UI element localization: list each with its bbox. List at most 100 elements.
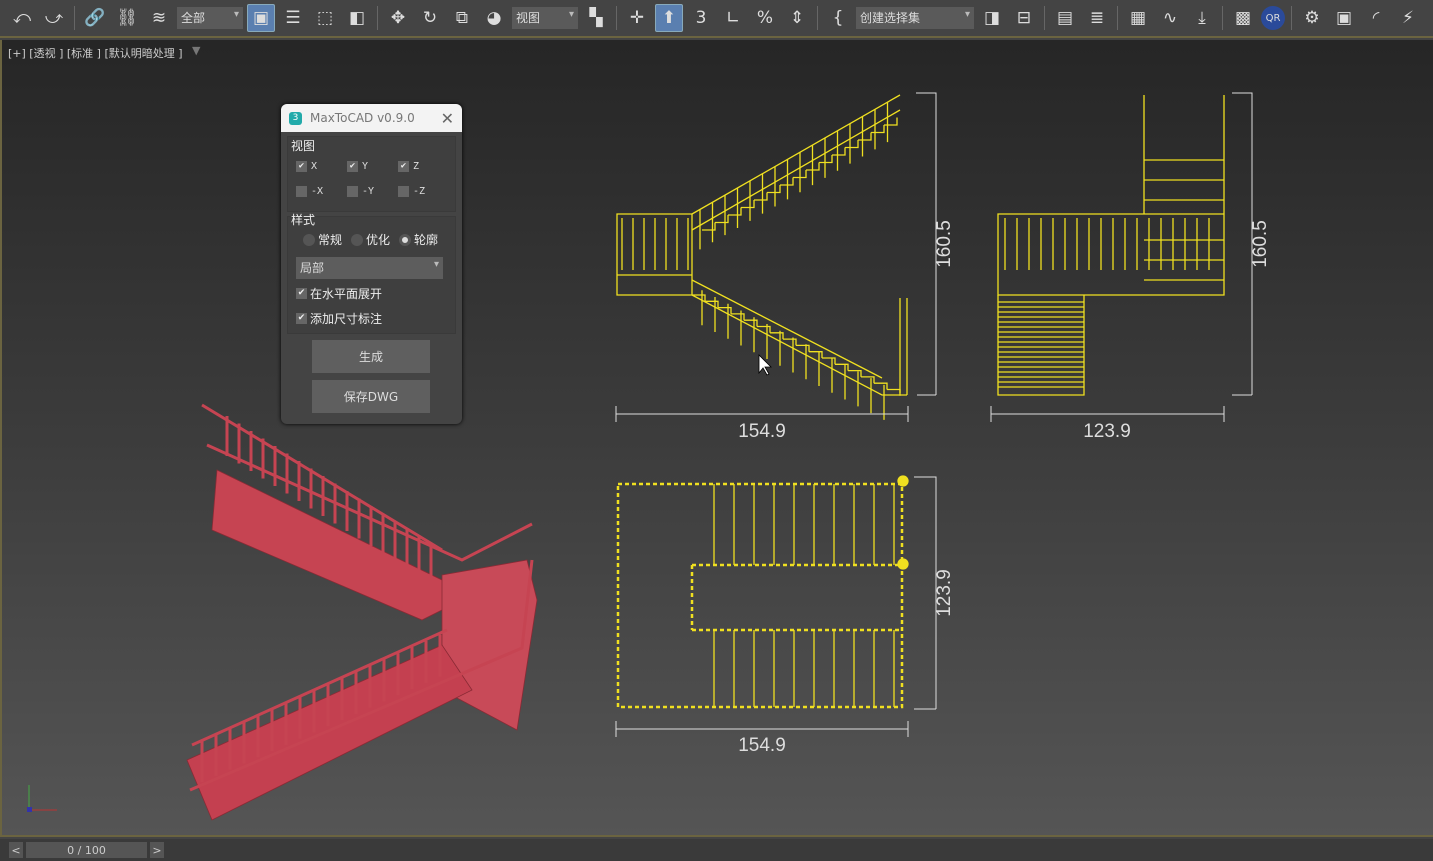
link-icon[interactable]: 🔗 — [81, 4, 109, 32]
view-checkbox-neg-z[interactable]: -Z — [398, 186, 425, 197]
side-lower-steps — [998, 301, 1084, 388]
checkbox-icon — [398, 186, 409, 197]
expand-horizontal-checkbox[interactable]: ✔ 在水平面展开 — [296, 285, 382, 302]
view-label: -X — [311, 186, 324, 197]
side-upper-treads — [1144, 239, 1224, 281]
add-dimensions-checkbox[interactable]: ✔ 添加尺寸标注 — [296, 310, 382, 327]
next-frame-button[interactable]: > — [150, 842, 164, 858]
scene-canvas: 154.9 160.5 123.9 160.5 154.9 123.9 — [27, 92, 1271, 821]
checkbox-icon: ✔ — [296, 313, 307, 324]
view-checkbox-z[interactable]: ✔ Z — [398, 161, 419, 172]
layers-icon[interactable]: ≣ — [1083, 4, 1111, 32]
toolbar-separator — [74, 6, 75, 30]
rect-selection-icon[interactable]: ⬚ — [311, 4, 339, 32]
radio-icon — [399, 233, 411, 246]
checkbox-icon: ✔ — [347, 161, 358, 172]
checkbox-icon: ✔ — [296, 288, 307, 299]
checkbox-icon — [296, 186, 307, 197]
toolbar-separator — [616, 6, 617, 30]
main-toolbar: ⤺⤻🔗⛓≋全部▣☰⬚◧✥↻⧉◕视图▚✛⬆3∟%⇕{创建选择集◨⊟▤≣▦∿⤓▩QR… — [0, 0, 1433, 38]
style-radio-1[interactable]: 优化 — [351, 231, 390, 248]
style-radio-2[interactable]: 轮廓 — [399, 231, 438, 248]
checkbox-icon: ✔ — [398, 161, 409, 172]
mirror-icon[interactable]: ◨ — [978, 4, 1006, 32]
red-staircase-model[interactable] — [186, 403, 538, 821]
pivot-icon[interactable]: ▚ — [582, 4, 610, 32]
style-label: 常规 — [318, 233, 343, 247]
dialog-titlebar[interactable]: 3 MaxToCAD v0.9.0 ✕ — [281, 104, 462, 132]
reference-coord-dropdown[interactable]: 视图 — [512, 7, 578, 29]
dimension-lines — [615, 92, 1253, 737]
top-outline — [616, 482, 904, 709]
view-label: Z — [413, 161, 420, 172]
checkbox-icon: ✔ — [296, 161, 307, 172]
toolbar-separator — [377, 6, 378, 30]
keyboard-shortcut-icon[interactable]: ⬆ — [655, 4, 683, 32]
snap-3d-icon[interactable]: 3 — [687, 4, 715, 32]
render-setup-icon[interactable]: ⚙ — [1298, 4, 1326, 32]
toolbar-separator — [1222, 6, 1223, 30]
view-label: Y — [362, 161, 369, 172]
percent-snap-icon[interactable]: % — [751, 4, 779, 32]
upper-flight[interactable] — [211, 469, 463, 621]
select-by-name-icon[interactable]: ☰ — [279, 4, 307, 32]
spinner-snap-icon[interactable]: ⇕ — [783, 4, 811, 32]
schematic-icon[interactable]: ▦ — [1124, 4, 1152, 32]
front-lower-balusters — [701, 290, 885, 420]
style-radio-0[interactable]: 常规 — [303, 231, 342, 248]
app-logo-icon: 3 — [289, 111, 302, 125]
angle-snap-icon[interactable]: ∟ — [719, 4, 747, 32]
front-newel — [899, 298, 908, 395]
view-checkbox-x[interactable]: ✔ X — [296, 161, 317, 172]
top-height-dim: 123.9 — [934, 569, 955, 617]
cad-drawings — [616, 94, 1225, 709]
undo-icon[interactable]: ⤺ — [8, 4, 36, 32]
rendered-frame-icon[interactable]: ▣ — [1330, 4, 1358, 32]
radio-icon — [303, 233, 315, 246]
axis-gizmo — [27, 785, 57, 812]
select-object-icon[interactable]: ▣ — [247, 4, 275, 32]
redo-icon[interactable]: ⤻ — [40, 4, 68, 32]
dope-sheet-icon[interactable]: ⤓ — [1188, 4, 1216, 32]
expand-horizontal-label: 在水平面展开 — [310, 287, 383, 301]
bind-spacewarp-icon[interactable]: ≋ — [145, 4, 173, 32]
named-selection-dropdown[interactable]: 创建选择集 — [856, 7, 974, 29]
grip-point[interactable] — [897, 558, 909, 570]
scale-icon[interactable]: ⧉ — [448, 4, 476, 32]
move-icon[interactable]: ✥ — [384, 4, 412, 32]
window-crossing-icon[interactable]: ◧ — [343, 4, 371, 32]
view-label: X — [311, 161, 318, 172]
time-slider-handle[interactable]: 0 / 100 — [26, 842, 147, 858]
render-icon[interactable]: ◜ — [1362, 4, 1390, 32]
render-production-icon[interactable]: ⚡ — [1394, 4, 1422, 32]
prev-frame-button[interactable]: < — [9, 842, 23, 858]
grip-point[interactable] — [897, 475, 909, 487]
toolbar-separator — [1117, 6, 1118, 30]
qr-icon[interactable]: QR — [1261, 6, 1285, 30]
side-width-dim: 123.9 — [1083, 421, 1131, 442]
save-dwg-button[interactable]: 保存DWG — [312, 380, 430, 413]
layer-explorer-icon[interactable]: ▤ — [1051, 4, 1079, 32]
rotate-icon[interactable]: ↻ — [416, 4, 444, 32]
side-lower-flight — [997, 295, 1085, 396]
view-checkbox-neg-y[interactable]: -Y — [347, 186, 374, 197]
selection-filter-dropdown[interactable]: 全部 — [177, 7, 243, 29]
perspective-viewport[interactable]: [+] [透视 ] [标准 ] [默认明暗处理 ] ▼ 154.9 160.5 … — [0, 40, 1433, 837]
align-icon[interactable]: ⊟ — [1010, 4, 1038, 32]
curve-editor-icon[interactable]: ∿ — [1156, 4, 1184, 32]
placement-icon[interactable]: ◕ — [480, 4, 508, 32]
view-checkbox-neg-x[interactable]: -X — [296, 186, 323, 197]
dialog-title: MaxToCAD v0.9.0 — [310, 111, 415, 125]
unlink-icon[interactable]: ⛓ — [113, 4, 141, 32]
view-label: -Z — [413, 186, 426, 197]
close-icon[interactable]: ✕ — [441, 109, 454, 128]
edit-named-sel-icon[interactable]: { — [824, 4, 852, 32]
scope-dropdown[interactable]: 局部 — [296, 257, 443, 279]
front-upper-handrail — [691, 94, 901, 231]
generate-button[interactable]: 生成 — [312, 340, 430, 373]
snap-toggle-icon[interactable]: ✛ — [623, 4, 651, 32]
toolbar-separator — [817, 6, 818, 30]
material-editor-icon[interactable]: ▩ — [1229, 4, 1257, 32]
toolbar-separator — [1291, 6, 1292, 30]
view-checkbox-y[interactable]: ✔ Y — [347, 161, 368, 172]
